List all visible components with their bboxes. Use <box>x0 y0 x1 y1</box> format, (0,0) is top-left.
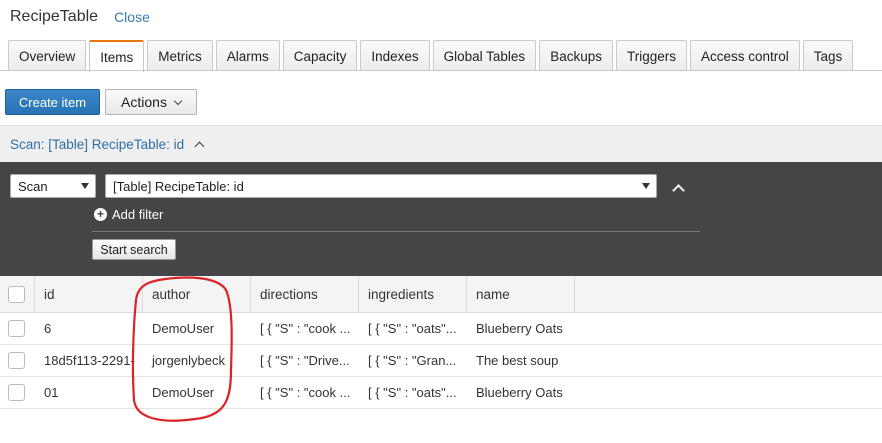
chevron-down-icon <box>173 96 183 105</box>
id-cell[interactable]: 01 <box>35 377 143 408</box>
row-checkbox-cell <box>0 377 35 408</box>
index-select[interactable]: [Table] RecipeTable: id <box>105 174 657 198</box>
id-cell[interactable]: 6 <box>35 313 143 344</box>
column-header-directions[interactable]: directions <box>251 276 359 312</box>
create-item-button[interactable]: Create item <box>5 89 100 115</box>
tab-tags[interactable]: Tags <box>802 40 854 71</box>
tab-backups[interactable]: Backups <box>539 40 613 71</box>
tab-items[interactable]: Items <box>89 40 145 72</box>
ingredients-cell: [ { "S" : "Gran... <box>368 353 457 368</box>
directions-cell: [ { "S" : "cook ... <box>260 385 351 400</box>
plus-circle-icon: + <box>94 208 107 221</box>
scan-mode-value: Scan <box>18 178 48 194</box>
title-bar: RecipeTable Close <box>10 6 150 28</box>
table-row[interactable]: 6 DemoUser [ { "S" : "cook ... [ { "S" :… <box>0 313 882 345</box>
chevron-up-icon <box>194 141 205 152</box>
column-header-id[interactable]: id <box>35 276 143 312</box>
row-checkbox[interactable] <box>8 384 25 401</box>
select-all-checkbox[interactable] <box>8 285 25 303</box>
actions-dropdown-button[interactable]: Actions <box>105 89 197 115</box>
tab-access-control[interactable]: Access control <box>689 40 800 71</box>
filter-divider <box>92 231 700 232</box>
tab-divider <box>0 70 882 71</box>
author-cell: DemoUser <box>152 321 215 336</box>
row-checkbox-cell <box>0 345 35 376</box>
scan-mode-select[interactable]: Scan <box>10 174 96 198</box>
start-search-label: Start search <box>100 242 168 257</box>
tab-triggers[interactable]: Triggers <box>615 40 687 71</box>
add-filter-link[interactable]: + Add filter <box>94 207 163 222</box>
id-cell[interactable]: 18d5f113-2291- <box>35 345 143 376</box>
scan-header-label: Scan: [Table] RecipeTable: id <box>10 136 185 152</box>
select-all-cell <box>0 276 35 312</box>
table-row[interactable]: 18d5f113-2291- jorgenlybeck [ { "S" : "D… <box>0 345 882 377</box>
add-filter-label: Add filter <box>112 207 164 222</box>
tab-bar: Overview Items Metrics Alarms Capacity I… <box>8 40 856 72</box>
create-item-label: Create item <box>18 94 87 110</box>
start-search-button[interactable]: Start search <box>92 239 176 260</box>
author-cell: jorgenlybeck <box>152 353 225 368</box>
author-cell: DemoUser <box>152 385 215 400</box>
tab-metrics[interactable]: Metrics <box>147 40 213 71</box>
tab-overview[interactable]: Overview <box>8 40 87 71</box>
ingredients-cell: [ { "S" : "oats"... <box>368 321 457 336</box>
row-checkbox-cell <box>0 313 35 344</box>
column-header-author[interactable]: author <box>143 276 251 312</box>
column-header-name[interactable]: name <box>467 276 575 312</box>
dropdown-caret-icon <box>81 183 89 189</box>
tab-global-tables[interactable]: Global Tables <box>432 40 537 71</box>
tab-alarms[interactable]: Alarms <box>215 40 280 71</box>
actions-label: Actions <box>121 94 167 110</box>
directions-cell: [ { "S" : "Drive... <box>260 353 350 368</box>
directions-cell: [ { "S" : "cook ... <box>260 321 351 336</box>
name-cell: Blueberry Oats <box>476 321 563 336</box>
row-checkbox[interactable] <box>8 320 25 337</box>
name-cell: Blueberry Oats <box>476 385 563 400</box>
column-header-ingredients[interactable]: ingredients <box>359 276 467 312</box>
table-header: id author directions ingredients name <box>0 276 882 313</box>
tab-indexes[interactable]: Indexes <box>360 40 430 71</box>
ingredients-cell: [ { "S" : "oats"... <box>368 385 457 400</box>
name-cell: The best soup <box>476 353 559 368</box>
close-link[interactable]: Close <box>114 9 150 25</box>
index-value: [Table] RecipeTable: id <box>113 178 244 194</box>
table-title: RecipeTable <box>10 8 99 25</box>
dropdown-caret-icon <box>642 183 650 189</box>
table-row[interactable]: 01 DemoUser [ { "S" : "cook ... [ { "S" … <box>0 377 882 409</box>
tab-capacity[interactable]: Capacity <box>282 40 358 71</box>
scan-panel-header[interactable]: Scan: [Table] RecipeTable: id <box>0 125 882 162</box>
row-checkbox[interactable] <box>8 352 25 369</box>
